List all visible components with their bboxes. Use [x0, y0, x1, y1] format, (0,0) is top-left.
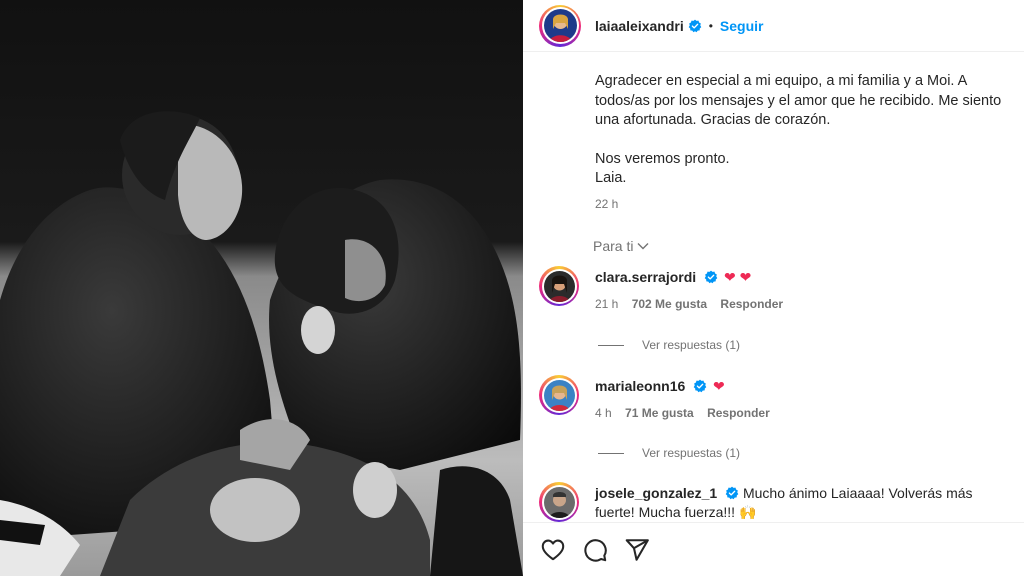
- view-replies-button[interactable]: Ver respuestas (1): [598, 446, 740, 460]
- verified-icon: [693, 379, 707, 393]
- view-replies-label: Ver respuestas (1): [642, 338, 741, 352]
- comment-username[interactable]: josele_gonzalez_1: [595, 485, 717, 501]
- avatar-photo: [543, 486, 575, 518]
- comment-item: clara.serrajordi ❤ ❤ 21 h 702 Me gusta R…: [539, 266, 1009, 311]
- comment-meta: 4 h 71 Me gusta Responder: [595, 406, 780, 420]
- caption-signature: Laia.: [595, 170, 627, 186]
- sort-label: Para ti: [593, 238, 634, 254]
- comment-meta: 21 h 702 Me gusta Responder: [595, 297, 793, 311]
- share-icon[interactable]: [624, 537, 650, 563]
- comment-time: 21 h: [595, 297, 619, 311]
- comment-likes[interactable]: 702 Me gusta: [632, 297, 707, 311]
- post-caption: Agradecer en especial a mi equipo, a mi …: [595, 72, 1005, 189]
- verified-icon: [704, 270, 718, 284]
- comment-likes[interactable]: 71 Me gusta: [625, 406, 694, 420]
- comment-item: marialeonn16 ❤ 4 h 71 Me gusta Responder: [539, 375, 1009, 420]
- comment-username[interactable]: clara.serrajordi: [595, 269, 696, 285]
- comment-username[interactable]: marialeonn16: [595, 378, 685, 394]
- header-separator: •: [708, 18, 713, 33]
- follow-button[interactable]: Seguir: [720, 18, 764, 34]
- post-photo: [0, 0, 523, 576]
- verified-icon: [725, 486, 739, 500]
- comment-time: 4 h: [595, 406, 612, 420]
- author-username[interactable]: laiaaleixandri: [595, 18, 684, 34]
- verified-icon: [688, 19, 702, 32]
- post-actions-bar: [523, 522, 1024, 576]
- view-replies-button[interactable]: Ver respuestas (1): [598, 338, 740, 352]
- post-detail-panel: laiaaleixandri • Seguir Agradecer en esp…: [523, 0, 1024, 576]
- caption-paragraph: Agradecer en especial a mi equipo, a mi …: [595, 73, 1002, 128]
- commenter-avatar[interactable]: [539, 375, 579, 415]
- reply-button[interactable]: Responder: [707, 406, 770, 420]
- heart-emoji: ❤ ❤: [723, 269, 752, 285]
- post-header: laiaaleixandri • Seguir: [523, 0, 1024, 52]
- reply-button[interactable]: Responder: [720, 297, 783, 311]
- view-replies-label: Ver respuestas (1): [642, 446, 741, 460]
- comment-icon[interactable]: [582, 537, 608, 563]
- comment-item: josele_gonzalez_1 Mucho ánimo Laiaaaa! V…: [539, 482, 1009, 522]
- replies-divider: [598, 344, 624, 346]
- author-avatar[interactable]: [539, 4, 581, 47]
- commenter-avatar[interactable]: [539, 266, 579, 306]
- caption-line: Nos veremos pronto.: [595, 150, 730, 167]
- sort-dropdown[interactable]: Para ti: [593, 238, 649, 254]
- heart-icon[interactable]: [540, 537, 566, 563]
- avatar-photo: [543, 379, 575, 411]
- post-photo-illustration: [0, 0, 523, 576]
- heart-emoji: ❤: [713, 378, 725, 394]
- chevron-down-icon: [637, 243, 649, 250]
- avatar-photo: [543, 9, 577, 42]
- avatar-photo: [543, 270, 575, 302]
- commenter-avatar[interactable]: [539, 482, 579, 522]
- replies-divider: [598, 452, 624, 454]
- caption-timestamp: 22 h: [595, 197, 619, 211]
